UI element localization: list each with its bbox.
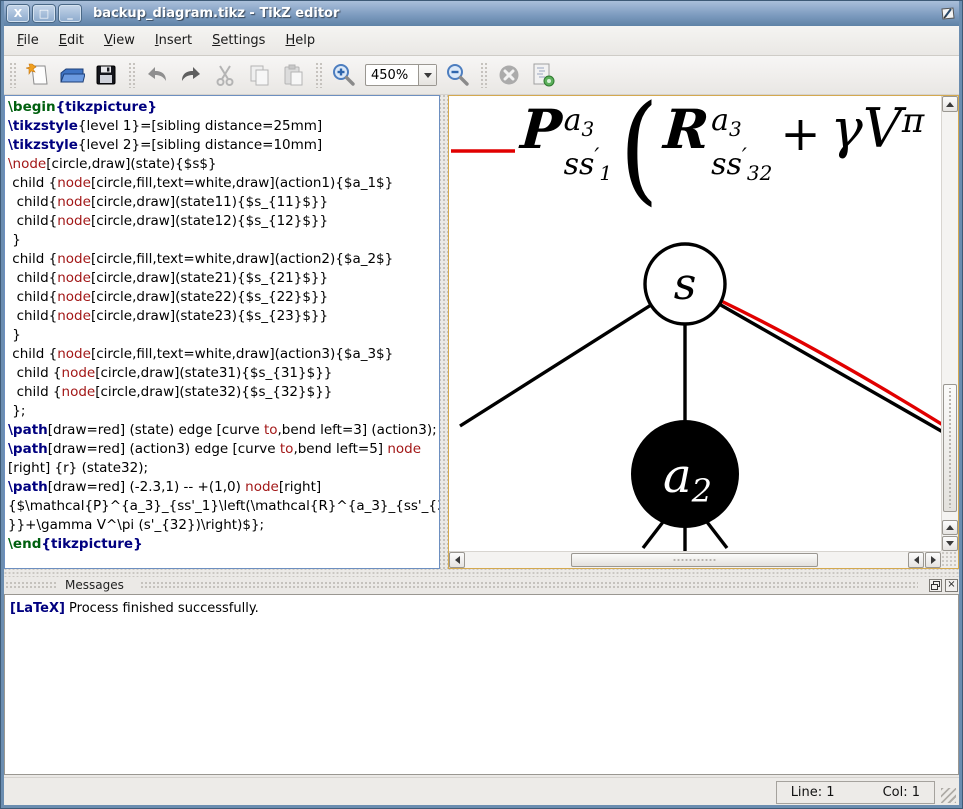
vertical-scroll-thumb[interactable] — [943, 384, 957, 512]
build-preview-icon — [530, 62, 556, 88]
menu-insert[interactable]: Insert — [147, 29, 200, 52]
triangle-left-icon — [914, 556, 919, 564]
toolbar-separator — [128, 62, 135, 88]
preview-vertical-scrollbar[interactable] — [941, 96, 958, 551]
float-icon — [931, 581, 940, 590]
zoom-out-button[interactable] — [441, 59, 475, 91]
preview-canvas[interactable]: s a2 P a3 ss′1 ( R — [449, 96, 941, 551]
save-icon — [94, 63, 118, 87]
code-lines: \begin{tikzpicture}\tikzstyle{level 1}=[… — [8, 98, 436, 554]
save-document-button[interactable] — [89, 59, 123, 91]
scroll-right-button[interactable] — [925, 552, 941, 568]
messages-dock-title: Messages — [57, 578, 132, 592]
close-button[interactable]: X — [7, 5, 29, 22]
toolbar: 450% — [1, 56, 962, 95]
formula-R: R — [662, 102, 711, 156]
new-document-button[interactable] — [21, 59, 55, 91]
chevron-down-icon — [424, 73, 432, 78]
math-formula: P a3 ss′1 ( R a3 ss′32 + γV π — [521, 102, 924, 194]
menu-settings[interactable]: Settings — [204, 29, 273, 52]
main-split-area: \begin{tikzpicture}\tikzstyle{level 1}=[… — [1, 95, 962, 569]
new-document-icon — [26, 63, 50, 87]
redo-button[interactable] — [174, 59, 208, 91]
dock-texture — [5, 581, 57, 589]
paste-icon — [281, 63, 305, 87]
triangle-down-icon — [946, 541, 954, 546]
undo-icon — [144, 64, 170, 86]
formula-plus: + — [780, 110, 820, 158]
triangle-up-icon — [946, 525, 954, 530]
zoom-level-combo[interactable]: 450% — [365, 64, 437, 86]
menu-view[interactable]: View — [96, 29, 143, 52]
stop-process-icon — [497, 63, 521, 87]
toolbar-separator — [315, 62, 322, 88]
horizontal-splitter-handle[interactable] — [1, 569, 962, 577]
copy-button[interactable] — [242, 59, 276, 91]
formula-gamma-v: γV — [831, 102, 902, 156]
title-bar[interactable]: X □ _ backup_diagram.tikz - TikZ editor — [1, 1, 962, 26]
toolbar-separator — [480, 62, 487, 88]
line-indicator: Line: 1 — [791, 785, 835, 800]
cursor-position-box: Line: 1 Col: 1 — [776, 781, 935, 804]
zoom-out-icon — [445, 62, 471, 88]
state-node-label: s — [674, 259, 697, 310]
red-curve-edge — [715, 298, 941, 425]
window-title: backup_diagram.tikz - TikZ editor — [93, 6, 936, 21]
paste-button[interactable] — [276, 59, 310, 91]
edge-a2-state21 — [643, 522, 663, 548]
stop-process-button[interactable] — [492, 59, 526, 91]
menu-bar: File Edit View Insert Settings Help — [1, 26, 962, 56]
open-document-icon — [59, 63, 85, 87]
horizontal-scroll-thumb[interactable] — [571, 553, 818, 567]
scroll-up-button[interactable] — [942, 96, 958, 112]
zoom-combo-dropdown[interactable] — [418, 65, 436, 85]
menu-help[interactable]: Help — [277, 29, 323, 52]
window-resize-grip[interactable] — [941, 788, 956, 803]
formula-pi: π — [902, 104, 924, 138]
dock-float-button[interactable] — [929, 579, 942, 592]
formula-lparen: ( — [620, 102, 659, 194]
preview-horizontal-scrollbar[interactable] — [449, 551, 941, 568]
redo-icon — [178, 64, 204, 86]
triangle-right-icon — [931, 556, 936, 564]
preview-pane: s a2 P a3 ss′1 ( R — [448, 95, 959, 569]
messages-dock-titlebar[interactable]: Messages × — [1, 577, 962, 593]
zoom-in-icon — [331, 62, 357, 88]
copy-icon — [247, 63, 271, 87]
maximize-button[interactable]: □ — [33, 5, 55, 22]
column-indicator: Col: 1 — [883, 785, 920, 800]
zoom-level-value: 450% — [366, 68, 418, 83]
formula-P: P — [519, 102, 563, 156]
app-window: X □ _ backup_diagram.tikz - TikZ editor … — [0, 0, 963, 809]
triangle-up-icon — [946, 102, 954, 107]
status-bar: Line: 1 Col: 1 — [1, 777, 962, 808]
minimize-button[interactable]: _ — [59, 5, 81, 22]
vertical-splitter-handle[interactable] — [440, 95, 448, 569]
scroll-left-button-2[interactable] — [908, 552, 924, 568]
messages-panel[interactable]: [LaTeX] Process finished successfully. — [4, 594, 959, 775]
undo-button[interactable] — [140, 59, 174, 91]
scroll-left-button[interactable] — [449, 552, 465, 568]
edge-s-action1 — [460, 305, 651, 426]
dock-texture — [140, 581, 918, 589]
scrollbar-corner — [941, 551, 958, 568]
code-editor[interactable]: \begin{tikzpicture}\tikzstyle{level 1}=[… — [4, 95, 440, 569]
edge-a2-state23 — [707, 522, 727, 548]
message-list: [LaTeX] Process finished successfully. — [10, 601, 953, 616]
open-document-button[interactable] — [55, 59, 89, 91]
cut-icon — [214, 63, 236, 87]
dock-close-button[interactable]: × — [945, 579, 958, 592]
edge-s-action3 — [719, 304, 941, 432]
app-icon — [940, 7, 956, 21]
cut-button[interactable] — [208, 59, 242, 91]
menu-file[interactable]: File — [9, 29, 47, 52]
zoom-in-button[interactable] — [327, 59, 361, 91]
triangle-left-icon — [455, 556, 460, 564]
menu-edit[interactable]: Edit — [51, 29, 92, 52]
toolbar-handle[interactable] — [9, 62, 17, 88]
scroll-down-button[interactable] — [942, 536, 958, 551]
build-preview-button[interactable] — [526, 59, 560, 91]
scroll-up-button-2[interactable] — [942, 520, 958, 535]
